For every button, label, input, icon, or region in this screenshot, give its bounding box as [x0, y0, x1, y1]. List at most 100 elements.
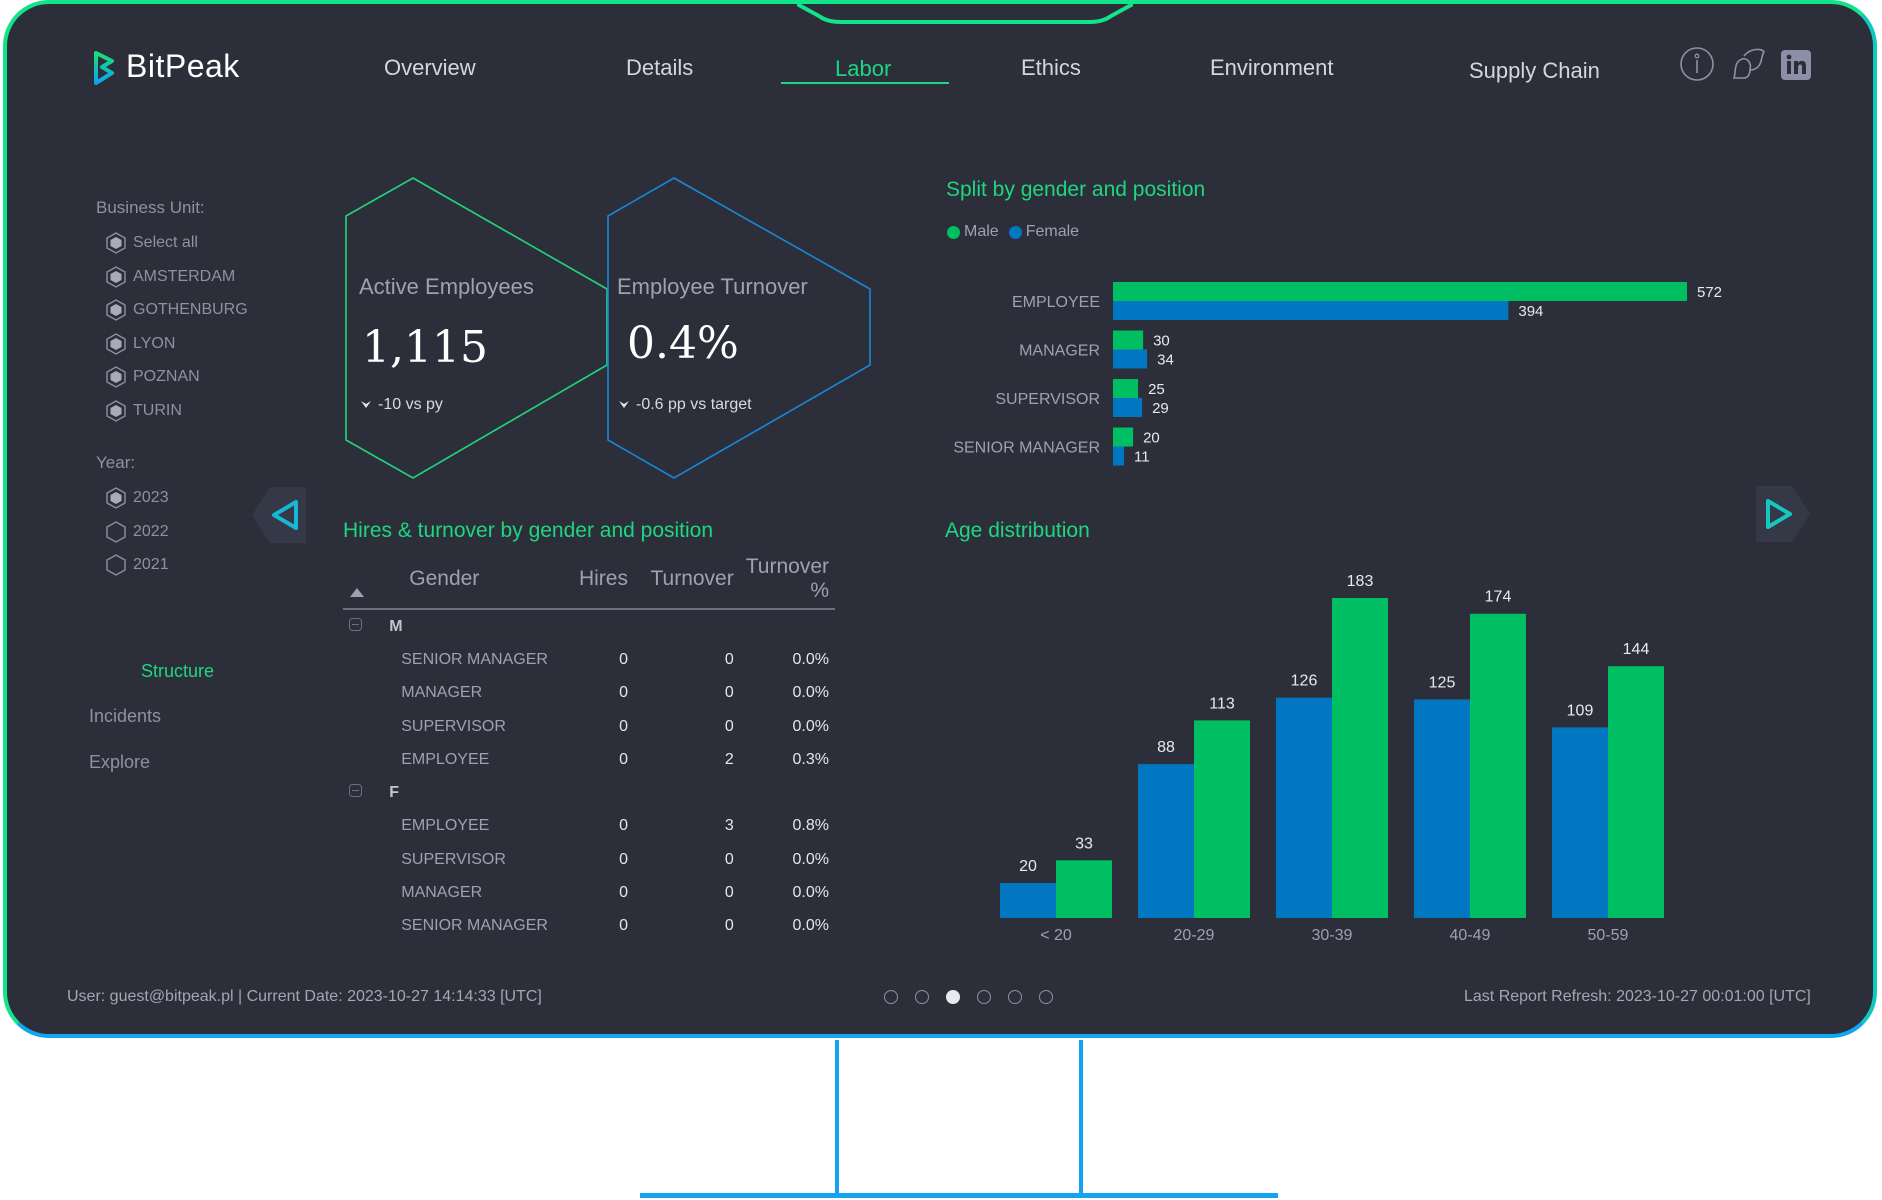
- hex-checkbox-icon: [106, 520, 126, 543]
- bar-female[interactable]: [1276, 697, 1332, 918]
- tab-ethics[interactable]: Ethics: [1021, 55, 1081, 81]
- column-header-gender[interactable]: Gender: [385, 550, 555, 609]
- column-header-hires[interactable]: Hires: [556, 550, 634, 609]
- chat-icon[interactable]: [1730, 46, 1768, 82]
- turnover-cell: 0: [724, 850, 734, 868]
- legend-male-swatch: [947, 225, 960, 239]
- tab-details[interactable]: Details: [626, 55, 693, 81]
- business-unit-option[interactable]: Select all: [105, 232, 198, 254]
- brand-name: BitPeak: [126, 48, 240, 84]
- chevron-down-icon: [361, 401, 371, 408]
- brand-logo[interactable]: BitPeak: [92, 48, 240, 85]
- position-cell: EMPLOYEE: [401, 750, 490, 768]
- hires-cell: 0: [619, 817, 628, 835]
- legend-female-swatch: [1008, 225, 1022, 239]
- side-nav-explore[interactable]: Explore: [89, 752, 150, 773]
- bar-female[interactable]: [1113, 349, 1148, 369]
- category-label: SENIOR MANAGER: [953, 440, 1100, 457]
- table-row: MANAGER 0 0 0.0%: [343, 876, 835, 909]
- bar-female[interactable]: [1414, 699, 1470, 918]
- group-label: F: [389, 784, 400, 802]
- bar-male[interactable]: [1470, 613, 1526, 918]
- legend-male-label[interactable]: Male: [964, 223, 999, 241]
- data-label: 20: [1019, 858, 1037, 875]
- side-nav-structure[interactable]: Structure: [141, 661, 214, 682]
- turnover-pct-cell: 0.0%: [792, 684, 829, 702]
- monitor-notch: [797, 2, 1133, 24]
- hires-cell: 0: [619, 650, 628, 668]
- position-cell: EMPLOYEE: [401, 817, 490, 835]
- bar-female[interactable]: [1138, 764, 1194, 918]
- linkedin-icon[interactable]: [1781, 50, 1811, 80]
- business-unit-option[interactable]: GOTHENBURG: [105, 299, 248, 321]
- page-dot[interactable]: [915, 990, 929, 1004]
- page-dot[interactable]: [1039, 990, 1053, 1004]
- data-label: 144: [1623, 641, 1650, 658]
- bar-female[interactable]: [1000, 883, 1056, 918]
- data-label: 20: [1143, 430, 1160, 447]
- legend-female-label[interactable]: Female: [1026, 223, 1079, 241]
- collapse-icon[interactable]: [349, 784, 362, 798]
- hex-checkbox-icon: [106, 332, 126, 355]
- tab-environment[interactable]: Environment: [1210, 55, 1334, 81]
- split-by-gender-chart: EMPLOYEE 572 394 MANAGER 30 34 SUPERVISOR 25 29 S…: [953, 282, 1722, 466]
- prev-page-button[interactable]: [250, 482, 316, 548]
- column-header-turnover[interactable]: Turnover: [634, 550, 740, 609]
- table-group-row[interactable]: M: [343, 609, 835, 643]
- bar-male[interactable]: [1113, 427, 1134, 447]
- business-unit-option[interactable]: LYON: [105, 332, 175, 355]
- year-label: Year:: [96, 453, 136, 472]
- side-nav-incidents[interactable]: Incidents: [89, 706, 161, 727]
- tab-supply-chain[interactable]: Supply Chain: [1469, 58, 1600, 84]
- business-unit-option-label: POZNAN: [133, 368, 200, 386]
- data-label: 109: [1567, 702, 1594, 719]
- x-tick-label: 50-59: [1588, 927, 1629, 944]
- table-header-row: Gender Hires Turnover Turnover %: [343, 550, 835, 609]
- year-option[interactable]: 2023: [105, 487, 169, 509]
- position-cell: SUPERVISOR: [401, 850, 506, 868]
- hires-cell: 0: [619, 684, 628, 702]
- bar-male[interactable]: [1056, 860, 1112, 918]
- last-refresh: Last Report Refresh: 2023-10-27 00:01:00…: [1464, 988, 1811, 1005]
- tab-labor[interactable]: Labor: [835, 56, 891, 82]
- tab-overview[interactable]: Overview: [384, 55, 476, 81]
- bar-female[interactable]: [1113, 446, 1125, 466]
- collapse-icon[interactable]: [349, 617, 362, 631]
- data-label: 126: [1291, 673, 1318, 690]
- bar-male[interactable]: [1608, 666, 1664, 918]
- bar-female[interactable]: [1113, 398, 1143, 417]
- data-label: 29: [1152, 400, 1169, 417]
- page-dot[interactable]: [946, 990, 960, 1004]
- active-tab-underline: [781, 82, 949, 84]
- bar-male[interactable]: [1113, 379, 1139, 398]
- business-unit-option[interactable]: POZNAN: [105, 366, 200, 389]
- bar-male[interactable]: [1194, 720, 1250, 918]
- stand-base: [640, 1193, 1278, 1198]
- data-label: 125: [1429, 674, 1456, 691]
- category-label: MANAGER: [1019, 343, 1100, 360]
- group-label: M: [389, 617, 403, 635]
- page-dot[interactable]: [977, 990, 991, 1004]
- turnover-cell: 2: [724, 750, 734, 768]
- bar-female[interactable]: [1113, 301, 1509, 320]
- bar-male[interactable]: [1113, 282, 1687, 301]
- next-page-button[interactable]: [1746, 481, 1812, 547]
- page-dot[interactable]: [1008, 990, 1022, 1004]
- bar-male[interactable]: [1113, 330, 1144, 350]
- year-option[interactable]: 2021: [105, 554, 169, 576]
- table-group-row[interactable]: F: [343, 776, 835, 809]
- sort-ascending-icon[interactable]: [350, 588, 364, 597]
- page-dot[interactable]: [884, 990, 898, 1004]
- year-option[interactable]: 2022: [105, 520, 169, 543]
- data-label: 30: [1153, 333, 1170, 350]
- column-header-turnover-pct[interactable]: Turnover %: [740, 550, 835, 609]
- business-unit-option[interactable]: AMSTERDAM: [105, 265, 235, 288]
- position-cell: SENIOR MANAGER: [401, 650, 548, 668]
- bar-male[interactable]: [1332, 598, 1388, 918]
- info-icon[interactable]: [1679, 46, 1715, 82]
- business-unit-option-label: GOTHENBURG: [133, 301, 248, 319]
- kpi-active-employees-value: 1,115: [362, 322, 488, 373]
- business-unit-label: Business Unit:: [96, 198, 205, 217]
- business-unit-option[interactable]: TURIN: [105, 400, 182, 422]
- bar-female[interactable]: [1552, 727, 1608, 918]
